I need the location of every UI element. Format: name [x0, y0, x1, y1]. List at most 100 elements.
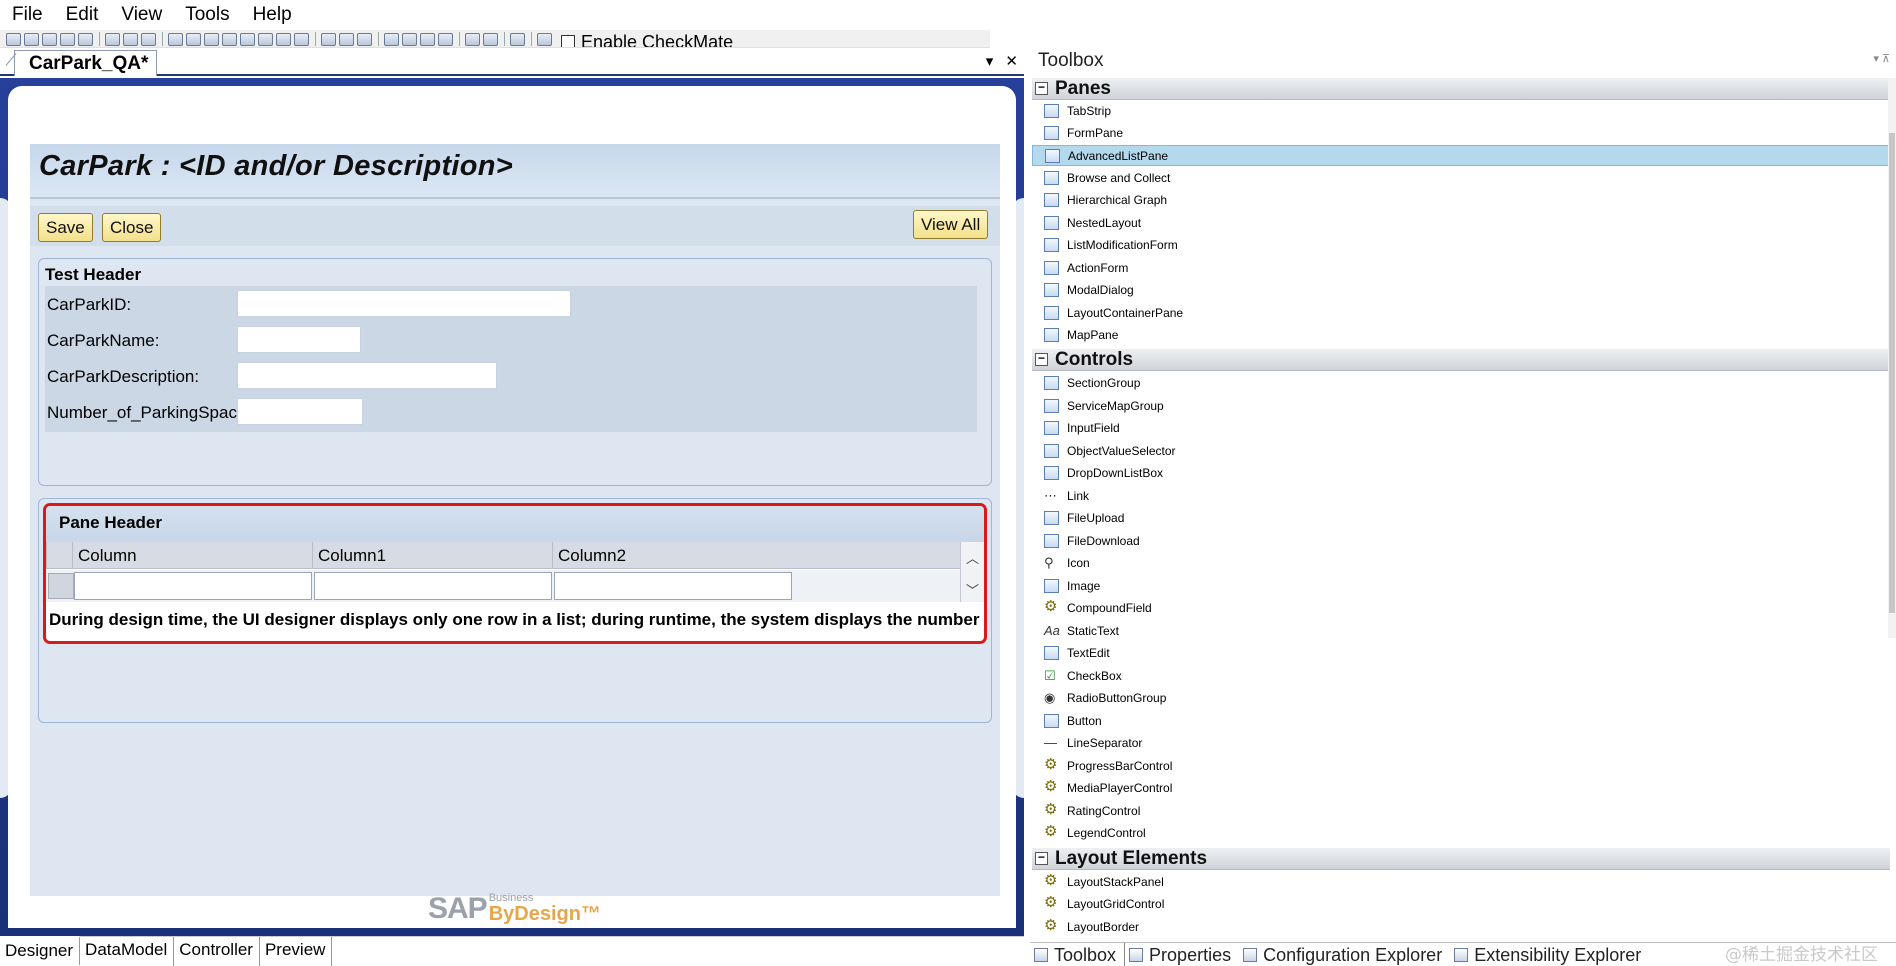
toolbox-item-filedownload[interactable]: FileDownload — [1032, 531, 1890, 552]
toolbox-group-panes[interactable]: − Panes — [1032, 78, 1890, 100]
toolbox-item-sectiongroup[interactable]: SectionGroup — [1032, 373, 1890, 394]
toolbox-group-controls[interactable]: − Controls — [1032, 349, 1890, 371]
column-header[interactable]: Column — [72, 542, 312, 569]
toolbox-item-checkbox[interactable]: ☑ CheckBox — [1032, 666, 1890, 687]
tab-toolbox[interactable]: Toolbox — [1030, 943, 1126, 966]
paste-icon[interactable] — [141, 33, 156, 46]
save-all-icon[interactable] — [60, 33, 75, 46]
toolbox-item-layoutgridcontrol[interactable]: ⚙ LayoutGridControl — [1032, 894, 1890, 915]
menu-file[interactable]: File — [6, 4, 52, 26]
toolbox-item-layoutborder[interactable]: ⚙ LayoutBorder — [1032, 917, 1890, 938]
collapse-icon[interactable]: − — [1035, 352, 1048, 366]
page-title[interactable]: CarPark : <ID and/or Description> — [39, 150, 513, 183]
toolbox-item-hierarchical-graph[interactable]: Hierarchical Graph — [1032, 190, 1890, 211]
toolbox-item-listmodificationform[interactable]: ListModificationForm — [1032, 235, 1890, 256]
sap-icon[interactable] — [339, 33, 354, 46]
document-icon[interactable] — [321, 33, 336, 46]
toolbox-item-advancedlistpane[interactable]: AdvancedListPane — [1032, 145, 1890, 166]
toolbox-group-layout-elements[interactable]: − Layout Elements — [1032, 848, 1890, 870]
column1-header[interactable]: Column1 — [312, 542, 552, 569]
page-icon[interactable] — [465, 33, 480, 46]
carparkdescription-input[interactable] — [237, 362, 497, 389]
toolbox-item-formpane[interactable]: FormPane — [1032, 123, 1890, 144]
section-group[interactable]: Test Header CarParkID: CarParkName: CarP… — [38, 258, 992, 486]
save-button[interactable]: Save — [38, 213, 93, 242]
column2-header[interactable]: Column2 — [552, 542, 792, 569]
layout-icon[interactable] — [384, 33, 399, 46]
toolbox-item-layoutcontainerpane[interactable]: LayoutContainerPane — [1032, 303, 1890, 324]
project-icon[interactable] — [186, 33, 201, 46]
toolbox-item-link[interactable]: ⋯ Link — [1032, 486, 1890, 507]
tab-close-icon[interactable]: ✕ — [1005, 53, 1018, 70]
toolbox-item-progressbarcontrol[interactable]: ⚙ ProgressBarControl — [1032, 756, 1890, 777]
toolbox-item-button[interactable]: Button — [1032, 711, 1890, 732]
collapse-icon[interactable]: − — [1035, 851, 1048, 865]
tab-extensibility-explorer[interactable]: Extensibility Explorer — [1450, 943, 1649, 966]
toolbox-item-browse-and-collect[interactable]: Browse and Collect — [1032, 168, 1890, 189]
grid-icon[interactable] — [402, 33, 417, 46]
toolbox-item-compoundfield[interactable]: ⚙ CompoundField — [1032, 598, 1890, 619]
toolbox-item-lineseparator[interactable]: — LineSeparator — [1032, 733, 1890, 754]
tab-designer[interactable]: Designer — [0, 936, 81, 965]
scrollbar-thumb[interactable] — [1889, 133, 1895, 613]
scroll-down-icon[interactable]: ﹀ — [966, 580, 979, 599]
carparkid-input[interactable] — [237, 290, 571, 317]
menu-tools[interactable]: Tools — [179, 4, 238, 26]
tab-controller[interactable]: Controller — [174, 937, 260, 966]
toolbox-item-mediaplayercontrol[interactable]: ⚙ MediaPlayerControl — [1032, 778, 1890, 799]
run-icon[interactable] — [537, 33, 552, 46]
activate-icon[interactable] — [258, 33, 273, 46]
toolbox-item-objectvalueselector[interactable]: ObjectValueSelector — [1032, 441, 1890, 462]
toolbox-item-radiobuttongroup[interactable]: ◉ RadioButtonGroup — [1032, 688, 1890, 709]
build-icon[interactable] — [222, 33, 237, 46]
toolbox-item-nestedlayout[interactable]: NestedLayout — [1032, 213, 1890, 234]
toolbox-item-mappane[interactable]: MapPane — [1032, 325, 1890, 346]
tab-properties[interactable]: Properties — [1125, 943, 1239, 966]
new-file-icon[interactable] — [6, 33, 21, 46]
wand-icon[interactable] — [357, 33, 372, 46]
carparkname-input[interactable] — [237, 326, 361, 353]
tab-dropdown-icon[interactable]: ▾ — [986, 53, 994, 70]
save-icon[interactable] — [42, 33, 57, 46]
cursor-icon[interactable] — [483, 33, 498, 46]
table-icon[interactable] — [438, 33, 453, 46]
row-selector[interactable] — [48, 573, 74, 599]
column-cell[interactable] — [74, 572, 312, 600]
column2-cell[interactable] — [554, 572, 792, 600]
deploy-icon[interactable] — [240, 33, 255, 46]
export-icon[interactable] — [510, 33, 525, 46]
toolbox-item-image[interactable]: Image — [1032, 576, 1890, 597]
column1-cell[interactable] — [314, 572, 552, 600]
menu-view[interactable]: View — [115, 4, 171, 26]
toolbox-item-dropdownlistbox[interactable]: DropDownListBox — [1032, 463, 1890, 484]
menu-help[interactable]: Help — [247, 4, 301, 26]
advanced-list-pane[interactable]: Pane Header Column Column1 Column2 ︿ ﹀ D… — [43, 503, 987, 644]
chart-icon[interactable] — [420, 33, 435, 46]
menu-edit[interactable]: Edit — [60, 4, 108, 26]
close-button[interactable]: Close — [102, 213, 162, 242]
toolbox-item-inputfield[interactable]: InputField — [1032, 418, 1890, 439]
scroll-up-icon[interactable]: ︿ — [966, 548, 979, 567]
toolbox-scrollbar[interactable] — [1888, 78, 1896, 638]
checkbox-icon[interactable] — [561, 35, 575, 47]
toolbox-item-tabstrip[interactable]: TabStrip — [1032, 101, 1890, 122]
toolbox-item-icon[interactable]: ⚲ Icon — [1032, 553, 1890, 574]
view-all-button[interactable]: View All — [913, 210, 989, 239]
list-scrollbar[interactable]: ︿ ﹀ — [960, 542, 984, 602]
toolbox-item-modaldialog[interactable]: ModalDialog — [1032, 280, 1890, 301]
toolbox-item-ratingcontrol[interactable]: ⚙ RatingControl — [1032, 801, 1890, 822]
cut-icon[interactable] — [105, 33, 120, 46]
copy-icon[interactable] — [123, 33, 138, 46]
globe-icon[interactable] — [294, 33, 309, 46]
clock-icon[interactable] — [276, 33, 291, 46]
print-icon[interactable] — [78, 33, 93, 46]
pin-icon[interactable]: ▾ ⊼ — [1873, 52, 1890, 65]
collapse-icon[interactable]: − — [1035, 81, 1048, 95]
parkingspaces-input[interactable] — [237, 398, 363, 425]
tab-preview[interactable]: Preview — [260, 937, 333, 966]
toolbox-item-textedit[interactable]: TextEdit — [1032, 643, 1890, 664]
tab-configuration-explorer[interactable]: Configuration Explorer — [1239, 943, 1450, 966]
enable-checkmate-checkbox[interactable]: Enable CheckMate — [561, 32, 733, 47]
toolbox-item-legendcontrol[interactable]: ⚙ LegendControl — [1032, 823, 1890, 844]
solution-icon[interactable] — [204, 33, 219, 46]
